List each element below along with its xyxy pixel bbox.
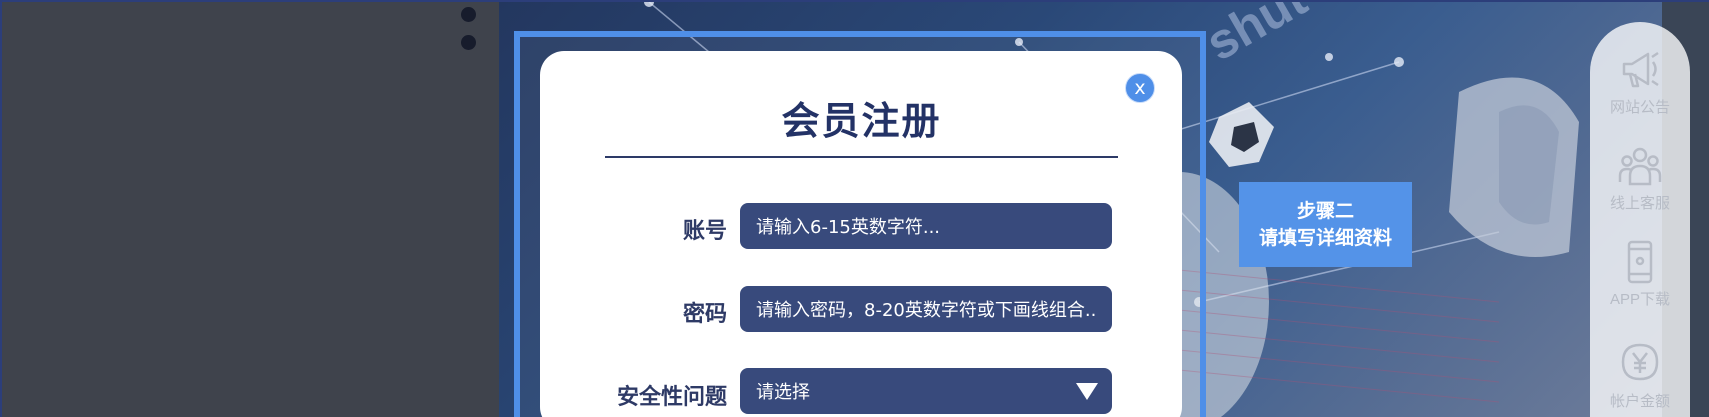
account-input[interactable]: 请输入6-15英数字符... [740,203,1112,249]
side-nav-label: 线上客服 [1609,195,1670,212]
side-nav-label: 帐户金额 [1609,393,1670,410]
close-button[interactable]: x [1125,73,1155,103]
side-nav-item-account-balance[interactable]: 帐户金额 [1590,342,1690,411]
title-divider [605,156,1118,158]
banner-watermark-text: shut [1197,2,1317,72]
carousel-dot[interactable] [461,35,476,50]
side-nav-item-announcement[interactable]: 网站公告 [1590,48,1690,117]
carousel-dot[interactable] [461,7,476,22]
customer-service-icon [1618,147,1662,186]
security-question-select[interactable]: 请选择 [740,368,1112,414]
side-nav-label: 网站公告 [1609,99,1670,116]
modal-title: 会员注册 [781,99,942,143]
chevron-down-icon[interactable] [1076,383,1098,400]
left-panel [2,2,499,417]
security-question-label: 安全性问题 [616,385,727,410]
mobile-phone-icon [1627,240,1653,284]
step-number: 步骤二 [1296,199,1354,222]
yen-coin-icon [1621,343,1659,381]
password-input[interactable]: 请输入密码，8-20英数字符或下画线组合.. [740,286,1112,332]
step-description: 请填写详细资料 [1258,226,1392,249]
password-label: 密码 [682,302,727,327]
step-indicator: 步骤二 请填写详细资料 [1239,182,1412,267]
side-nav-label: APP下载 [1609,291,1670,308]
side-nav-item-app-download[interactable]: APP下载 [1590,240,1690,309]
megaphone-icon [1622,51,1659,88]
account-label: 账号 [682,219,727,244]
side-nav-item-customer-service[interactable]: 线上客服 [1590,144,1690,213]
